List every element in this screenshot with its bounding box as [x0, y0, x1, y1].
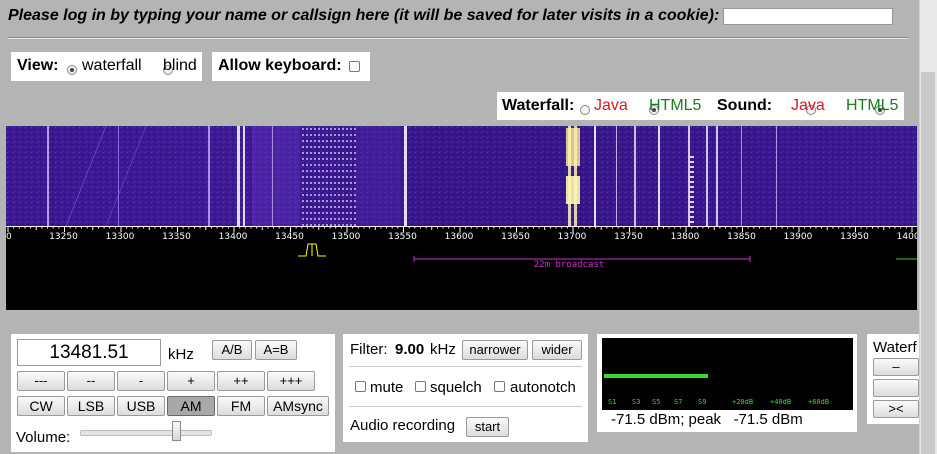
- waterfall-mode-label: Waterfall:: [502, 97, 575, 114]
- audio-recording-label: Audio recording: [350, 417, 456, 434]
- filter-label: Filter:: [350, 341, 388, 358]
- smeter-scale-label: S1: [608, 398, 616, 406]
- smeter-scale-label: +20dB: [732, 398, 753, 406]
- allow-keyboard-checkbox[interactable]: [349, 61, 360, 72]
- smeter-scale-label: S5: [652, 398, 660, 406]
- scale-tick-label: 13350: [162, 232, 191, 242]
- signal-readout: -71.5 dBm; peak -71.5 dBm: [611, 411, 803, 428]
- step-up-medium-button[interactable]: ++: [217, 371, 265, 391]
- volume-label: Volume:: [16, 429, 71, 446]
- ab-button[interactable]: A/B: [212, 340, 252, 360]
- scale-tick-labels: 0 13250 13300 13350 13400 13450 13500 13550 1360…: [6, 232, 917, 242]
- filter-width-unit: kHz: [430, 341, 456, 358]
- scale-tick-label: 13800: [671, 232, 700, 242]
- scale-tick-label: 13400: [219, 232, 248, 242]
- scale-tick-label: 0: [6, 232, 12, 242]
- autonotch-label: autonotch: [510, 379, 576, 396]
- mute-checkbox[interactable]: [355, 381, 366, 392]
- filter-width-value: 9.00: [395, 341, 425, 358]
- squelch-label: squelch: [430, 379, 482, 396]
- filter-divider-2: [349, 406, 582, 407]
- view-options: View: waterfall blind: [11, 52, 202, 81]
- scale-tick-label: 13950: [840, 232, 869, 242]
- mode-lsb-button[interactable]: LSB: [67, 396, 115, 416]
- sound-java-label: Java: [791, 97, 825, 114]
- sound-html5-label: HTML5: [846, 97, 899, 114]
- step-down-small-button[interactable]: -: [117, 371, 165, 391]
- waterfall-java-label: Java: [594, 97, 628, 114]
- scale-tick-label: 13300: [106, 232, 135, 242]
- waterfall-minus-button[interactable]: –: [873, 358, 919, 376]
- scale-tick-label: 13650: [501, 232, 530, 242]
- scale-tick-label: 13450: [275, 232, 304, 242]
- smeter-level-bar: [604, 374, 708, 378]
- mode-cw-button[interactable]: CW: [17, 396, 65, 416]
- allow-keyboard-label: Allow keyboard:: [218, 57, 342, 74]
- scale-tick-label: 13900: [784, 232, 813, 242]
- frequency-input[interactable]: 13481.51: [17, 339, 161, 366]
- smeter-scale-label: S7: [674, 398, 682, 406]
- broadcast-band-label: 22m broadcast: [534, 260, 604, 270]
- step-down-large-button[interactable]: ---: [17, 371, 65, 391]
- waterfall-button-2[interactable]: [873, 379, 919, 397]
- squelch-checkbox[interactable]: [415, 381, 426, 392]
- step-down-medium-button[interactable]: --: [67, 371, 115, 391]
- waterfall-view-label: waterfall: [82, 57, 142, 74]
- scale-tick-label: 13550: [388, 232, 417, 242]
- a-equals-b-button[interactable]: A=B: [255, 340, 297, 360]
- scale-tick-label: 13500: [332, 232, 361, 242]
- frequency-scale[interactable]: 0 13250 13300 13350 13400 13450 13500 13550 1360…: [6, 226, 917, 310]
- sound-mode-label: Sound:: [717, 97, 773, 114]
- view-label: View:: [17, 57, 59, 74]
- waterfall-controls-title: Waterf: [873, 339, 917, 356]
- callsign-input[interactable]: [723, 8, 893, 25]
- scale-tick-label: 14000: [897, 232, 917, 242]
- mode-usb-button[interactable]: USB: [117, 396, 165, 416]
- waterfall-display[interactable]: [6, 126, 917, 226]
- mode-am-button[interactable]: AM: [167, 396, 215, 416]
- passband-marker[interactable]: [298, 243, 326, 257]
- smeter-scale-label: +40dB: [770, 398, 791, 406]
- step-up-small-button[interactable]: +: [167, 371, 215, 391]
- narrower-button[interactable]: narrower: [462, 340, 528, 360]
- keyboard-option: Allow keyboard:: [212, 52, 370, 81]
- divider: [8, 37, 908, 39]
- filter-divider: [349, 366, 582, 367]
- mode-fm-button[interactable]: FM: [217, 396, 265, 416]
- volume-track[interactable]: [80, 430, 212, 436]
- scale-tick-label: 13750: [614, 232, 643, 242]
- waterfall-html5-label: HTML5: [649, 97, 702, 114]
- waterfall-java-radio[interactable]: [580, 104, 590, 115]
- step-up-large-button[interactable]: +++: [267, 371, 315, 391]
- smeter-display: S1 S3 S5 S7 S9 +20dB +40dB +60dB: [602, 338, 853, 410]
- scrollbar-thumb[interactable]: [921, 72, 935, 454]
- wider-button[interactable]: wider: [532, 340, 582, 360]
- blind-view-label: blind: [163, 57, 197, 74]
- frequency-unit: kHz: [168, 346, 194, 363]
- smeter-scale-label: S3: [632, 398, 640, 406]
- mode-amsync-button[interactable]: AMsync: [267, 396, 329, 416]
- mute-label: mute: [370, 379, 404, 396]
- scale-tick-label: 13600: [445, 232, 474, 242]
- login-prompt: Please log in by typing your name or cal…: [8, 7, 720, 24]
- volume-slider-handle[interactable]: [172, 421, 181, 441]
- autonotch-checkbox[interactable]: [494, 381, 505, 392]
- scale-tick-label: 13850: [727, 232, 756, 242]
- waterfall-collapse-button[interactable]: ><: [873, 400, 919, 418]
- scale-tick-label: 13250: [49, 232, 78, 242]
- waterfall-view-radio[interactable]: [67, 64, 77, 75]
- smeter-scale-label: +60dB: [808, 398, 829, 406]
- start-recording-button[interactable]: start: [466, 417, 509, 437]
- scale-tick-label: 13700: [558, 232, 587, 242]
- rendering-options: Waterfall: Java HTML5 Sound: Java HTML5: [497, 92, 904, 120]
- smeter-scale-label: S9: [698, 398, 706, 406]
